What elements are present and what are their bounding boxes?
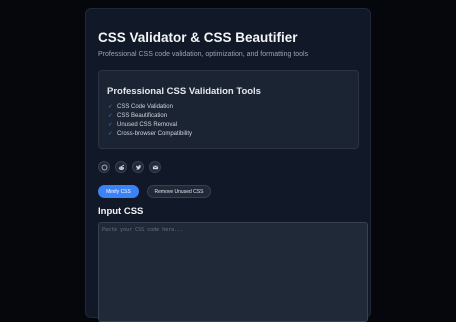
email-share-button[interactable] bbox=[149, 161, 161, 173]
remove-unused-css-button[interactable]: Remove Unused CSS bbox=[147, 185, 211, 198]
twitter-icon bbox=[135, 164, 141, 170]
check-icon: ✓ bbox=[108, 121, 113, 128]
twitter-share-button[interactable] bbox=[132, 161, 144, 173]
email-icon bbox=[152, 165, 158, 169]
feature-list: ✓ CSS Code Validation ✓ CSS Beautificati… bbox=[108, 102, 192, 139]
feature-label: CSS Code Validation bbox=[117, 103, 173, 110]
minify-css-button[interactable]: Minify CSS bbox=[98, 185, 139, 198]
feature-item: ✓ Unused CSS Removal bbox=[108, 120, 192, 129]
check-icon: ✓ bbox=[108, 131, 113, 138]
feature-label: Unused CSS Removal bbox=[117, 121, 178, 128]
feature-label: Cross-browser Compatibility bbox=[117, 131, 193, 138]
feature-label: CSS Beautification bbox=[117, 112, 168, 119]
feature-item: ✓ CSS Beautification bbox=[108, 111, 192, 120]
reddit-share-button[interactable] bbox=[115, 161, 127, 173]
check-icon: ✓ bbox=[108, 112, 113, 119]
feature-item: ✓ CSS Code Validation bbox=[108, 102, 192, 111]
check-icon: ✓ bbox=[108, 103, 113, 110]
social-share-row bbox=[98, 161, 161, 173]
tools-title: Professional CSS Validation Tools bbox=[107, 86, 261, 97]
input-css-label: Input CSS bbox=[98, 206, 144, 217]
css-input-field[interactable] bbox=[98, 222, 368, 322]
feature-item: ✓ Cross-browser Compatibility bbox=[108, 130, 192, 139]
tools-info-box: Professional CSS Validation Tools ✓ CSS … bbox=[98, 70, 359, 149]
page-title: CSS Validator & CSS Beautifier bbox=[98, 30, 298, 45]
page-subtitle: Professional CSS code validation, optimi… bbox=[98, 51, 309, 58]
github-icon bbox=[101, 164, 107, 170]
main-card: CSS Validator & CSS Beautifier Professio… bbox=[85, 8, 371, 322]
reddit-icon bbox=[118, 164, 124, 170]
action-buttons: Minify CSS Remove Unused CSS bbox=[98, 185, 211, 198]
github-share-button[interactable] bbox=[98, 161, 110, 173]
